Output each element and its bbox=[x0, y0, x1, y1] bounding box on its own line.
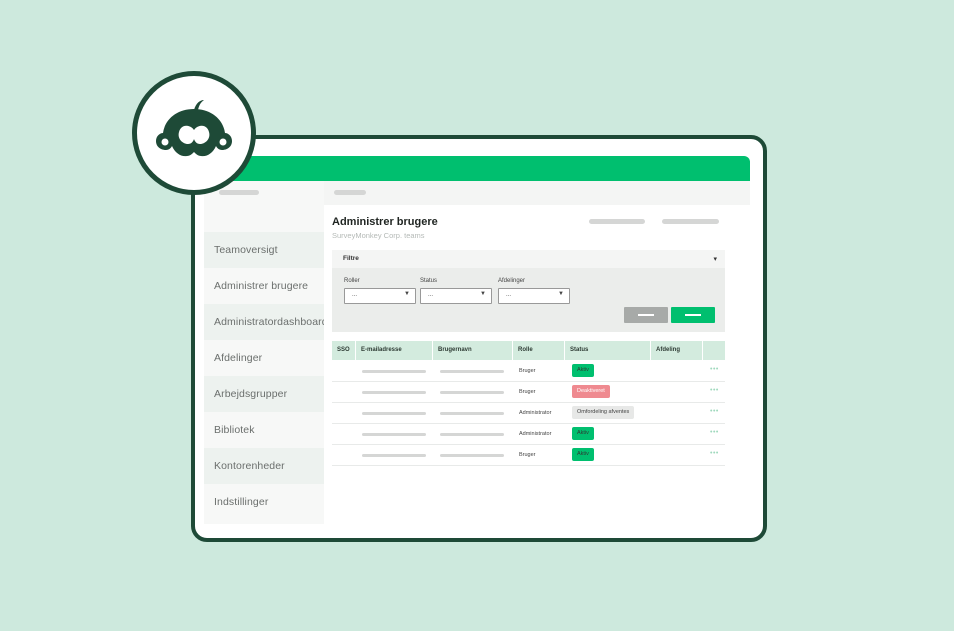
sidebar-item-administrer-brugere[interactable]: Administrer brugere bbox=[204, 268, 324, 304]
role-filter-label: Roller bbox=[344, 278, 360, 284]
sidebar-nav: Teamoversigt Administrer brugere Adminis… bbox=[204, 232, 328, 520]
more-options-icon[interactable]: ••• bbox=[710, 408, 719, 415]
username-placeholder bbox=[440, 412, 504, 415]
status-badge: Aktiv bbox=[572, 364, 594, 377]
row-role: Administrator bbox=[519, 431, 552, 437]
main-header bbox=[324, 181, 750, 205]
button-placeholder-line bbox=[638, 314, 654, 316]
column-header-status[interactable]: Status bbox=[565, 341, 651, 360]
sidebar-item-administratordashboard[interactable]: Administratordashboard bbox=[204, 304, 328, 340]
status-badge: Omfordeling afventes bbox=[572, 406, 635, 419]
header-action-placeholder[interactable] bbox=[662, 219, 719, 224]
column-header-actions bbox=[703, 341, 725, 360]
sidebar-item-teamoversigt[interactable]: Teamoversigt bbox=[204, 232, 324, 268]
row-role: Bruger bbox=[519, 389, 536, 395]
app-body: Teamoversigt Administrer brugere Adminis… bbox=[204, 181, 750, 524]
column-header-role[interactable]: Rolle bbox=[513, 341, 565, 360]
table-row[interactable]: Bruger Aktiv ••• bbox=[332, 445, 725, 466]
app-window: Teamoversigt Administrer brugere Adminis… bbox=[191, 135, 767, 542]
sidebar-placeholder bbox=[219, 190, 259, 195]
email-placeholder bbox=[362, 454, 426, 457]
status-select[interactable]: ... ▼ bbox=[420, 288, 492, 304]
table-header: SSO E-mailadresse Brugernavn Rolle Statu… bbox=[332, 341, 725, 361]
email-placeholder bbox=[362, 391, 426, 394]
page-title: Administrer brugere bbox=[332, 216, 438, 228]
users-table: SSO E-mailadresse Brugernavn Rolle Statu… bbox=[332, 341, 725, 466]
username-placeholder bbox=[440, 454, 504, 457]
sidebar-item-kontorenheder[interactable]: Kontorenheder bbox=[204, 448, 324, 484]
chevron-down-icon: ▼ bbox=[404, 291, 410, 297]
chevron-down-icon: ▼ bbox=[558, 291, 564, 297]
chevron-down-icon: ▼ bbox=[480, 291, 486, 297]
sidebar-item-arbejdsgrupper[interactable]: Arbejdsgrupper bbox=[204, 376, 324, 412]
header-placeholder bbox=[334, 190, 366, 195]
sidebar-item-afdelinger[interactable]: Afdelinger bbox=[204, 340, 324, 376]
table-row[interactable]: Bruger Deaktiveret ••• bbox=[332, 382, 725, 403]
more-options-icon[interactable]: ••• bbox=[710, 366, 719, 373]
column-header-username[interactable]: Brugernavn bbox=[433, 341, 513, 360]
main-content: Administrer brugere SurveyMonkey Corp. t… bbox=[324, 181, 750, 524]
role-select[interactable]: ... ▼ bbox=[344, 288, 416, 304]
column-header-department[interactable]: Afdeling bbox=[651, 341, 703, 360]
table-row[interactable]: Administrator Aktiv ••• bbox=[332, 424, 725, 445]
page-subtitle: SurveyMonkey Corp. teams bbox=[332, 231, 425, 240]
reset-filter-button[interactable] bbox=[624, 307, 668, 323]
button-placeholder-line bbox=[685, 314, 701, 316]
sidebar-item-bibliotek[interactable]: Bibliotek bbox=[204, 412, 324, 448]
row-role: Bruger bbox=[519, 368, 536, 374]
more-options-icon[interactable]: ••• bbox=[710, 429, 719, 436]
username-placeholder bbox=[440, 391, 504, 394]
top-bar bbox=[204, 156, 750, 181]
chevron-down-icon[interactable]: ▾ bbox=[713, 255, 717, 263]
email-placeholder bbox=[362, 370, 426, 373]
surveymonkey-monkey-icon bbox=[156, 100, 232, 157]
more-options-icon[interactable]: ••• bbox=[710, 450, 719, 457]
more-options-icon[interactable]: ••• bbox=[710, 387, 719, 394]
header-action-placeholder[interactable] bbox=[589, 219, 645, 224]
role-select-value: ... bbox=[352, 292, 358, 298]
status-filter-label: Status bbox=[420, 278, 438, 284]
column-header-sso[interactable]: SSO bbox=[332, 341, 356, 360]
status-select-value: ... bbox=[428, 292, 434, 298]
sidebar: Teamoversigt Administrer brugere Adminis… bbox=[204, 181, 328, 524]
logo-badge bbox=[132, 71, 256, 195]
apply-filter-button[interactable] bbox=[671, 307, 715, 323]
username-placeholder bbox=[440, 370, 504, 373]
filter-header[interactable]: Filtre ▾ bbox=[332, 250, 725, 268]
row-role: Bruger bbox=[519, 452, 536, 458]
row-role: Administrator bbox=[519, 410, 552, 416]
status-badge: Aktiv bbox=[572, 427, 594, 440]
email-placeholder bbox=[362, 433, 426, 436]
email-placeholder bbox=[362, 412, 426, 415]
username-placeholder bbox=[440, 433, 504, 436]
filter-title: Filtre bbox=[343, 255, 359, 262]
department-filter-label: Afdelinger bbox=[498, 278, 526, 284]
column-header-email[interactable]: E-mailadresse bbox=[356, 341, 433, 360]
department-select[interactable]: ... ▼ bbox=[498, 288, 570, 304]
table-row[interactable]: Bruger Aktiv ••• bbox=[332, 361, 725, 382]
filter-panel: Filtre ▾ Roller ... ▼ Status ... ▼ Afdel… bbox=[332, 250, 725, 332]
status-badge: Aktiv bbox=[572, 448, 594, 461]
status-badge: Deaktiveret bbox=[572, 385, 610, 398]
sidebar-item-indstillinger[interactable]: Indstillinger bbox=[204, 484, 324, 520]
table-row[interactable]: Administrator Omfordeling afventes ••• bbox=[332, 403, 725, 424]
department-select-value: ... bbox=[506, 292, 512, 298]
